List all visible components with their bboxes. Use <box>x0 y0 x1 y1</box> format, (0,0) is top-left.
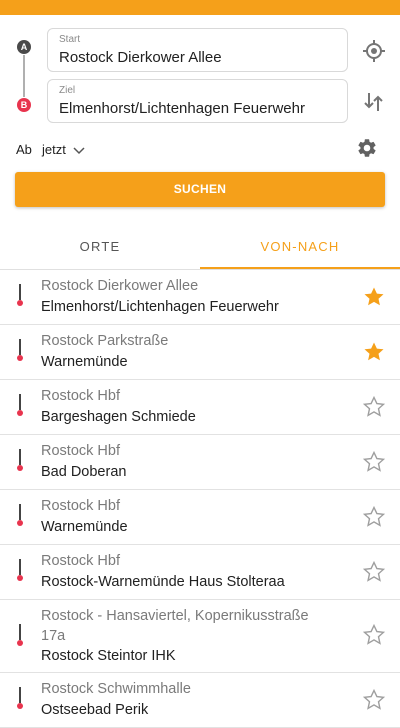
star-icon[interactable] <box>362 505 386 528</box>
start-field-label: Start <box>59 34 81 45</box>
route-list-item[interactable]: Rostock Hbf Rostock-Warnemünde Haus Stolt… <box>0 545 400 600</box>
destination-field[interactable]: Ziel Elmenhorst/Lichtenhagen Feuerwehr <box>47 79 348 123</box>
tab-von-nach[interactable]: VON-NACH <box>200 225 400 269</box>
destination-field-value[interactable]: Elmenhorst/Lichtenhagen Feuerwehr <box>59 100 305 117</box>
route-origin: Rostock - Hansaviertel, Kopernikusstraße <box>41 608 309 624</box>
star-icon[interactable] <box>362 450 386 473</box>
departure-label: Ab <box>16 142 32 157</box>
route-destination: Bargeshagen Schmiede <box>41 409 196 425</box>
gear-icon[interactable] <box>356 137 378 164</box>
search-button[interactable]: SUCHEN <box>15 172 385 207</box>
swap-vertical-icon[interactable] <box>364 91 384 118</box>
route-origin: Rostock Hbf <box>41 388 120 404</box>
route-list-item[interactable]: Rostock Parkstraße Warnemünde <box>0 325 400 380</box>
route-list-item[interactable]: Rostock Schwimmhalle Ostseebad Perik <box>0 673 400 728</box>
start-field-value[interactable]: Rostock Dierkower Allee <box>59 49 222 66</box>
destination-field-label: Ziel <box>59 85 76 96</box>
route-list-item[interactable]: Rostock Hbf Bad Doberan <box>0 435 400 490</box>
route-list-item[interactable]: Rostock Dierkower Allee Elmenhorst/Lichte… <box>0 270 400 325</box>
departure-time-value[interactable]: jetzt <box>42 142 66 157</box>
star-icon[interactable] <box>362 395 386 418</box>
route-list-item[interactable]: Rostock Hbf Warnemünde <box>0 490 400 545</box>
route-origin-continued: 17a <box>41 628 66 644</box>
app-header-bar <box>0 0 400 15</box>
route-destination: Rostock-Warnemünde Haus Stolteraa <box>41 574 285 590</box>
route-destination: Warnemünde <box>41 354 128 370</box>
current-location-icon[interactable] <box>362 39 386 68</box>
route-list-item[interactable]: Rostock - Hansaviertel, Kopernikusstraße… <box>0 600 400 673</box>
route-list-item[interactable]: Rostock Hbf Bargeshagen Schmiede <box>0 380 400 435</box>
route-origin: Rostock Dierkower Allee <box>41 278 199 294</box>
route-destination: Bad Doberan <box>41 464 127 480</box>
chevron-down-icon[interactable] <box>73 143 85 161</box>
star-icon[interactable] <box>363 286 385 308</box>
route-connector-line <box>23 55 25 97</box>
route-origin: Rostock Hbf <box>41 498 120 514</box>
star-icon[interactable] <box>363 341 385 363</box>
route-origin: Rostock Hbf <box>41 553 120 569</box>
start-field[interactable]: Start Rostock Dierkower Allee <box>47 28 348 72</box>
star-icon[interactable] <box>362 560 386 583</box>
start-marker-icon: A <box>17 40 31 54</box>
route-origin: Rostock Schwimmhalle <box>41 681 191 697</box>
route-origin: Rostock Parkstraße <box>41 333 169 349</box>
route-destination: Elmenhorst/Lichtenhagen Feuerwehr <box>41 299 279 315</box>
destination-marker-icon: B <box>17 98 31 112</box>
route-origin: Rostock Hbf <box>41 443 120 459</box>
tab-orte[interactable]: ORTE <box>0 225 200 269</box>
route-destination: Ostseebad Perik <box>41 702 149 718</box>
star-icon[interactable] <box>362 623 386 646</box>
route-destination: Warnemünde <box>41 519 128 535</box>
star-icon[interactable] <box>362 688 386 711</box>
route-destination: Rostock Steintor IHK <box>41 648 176 664</box>
